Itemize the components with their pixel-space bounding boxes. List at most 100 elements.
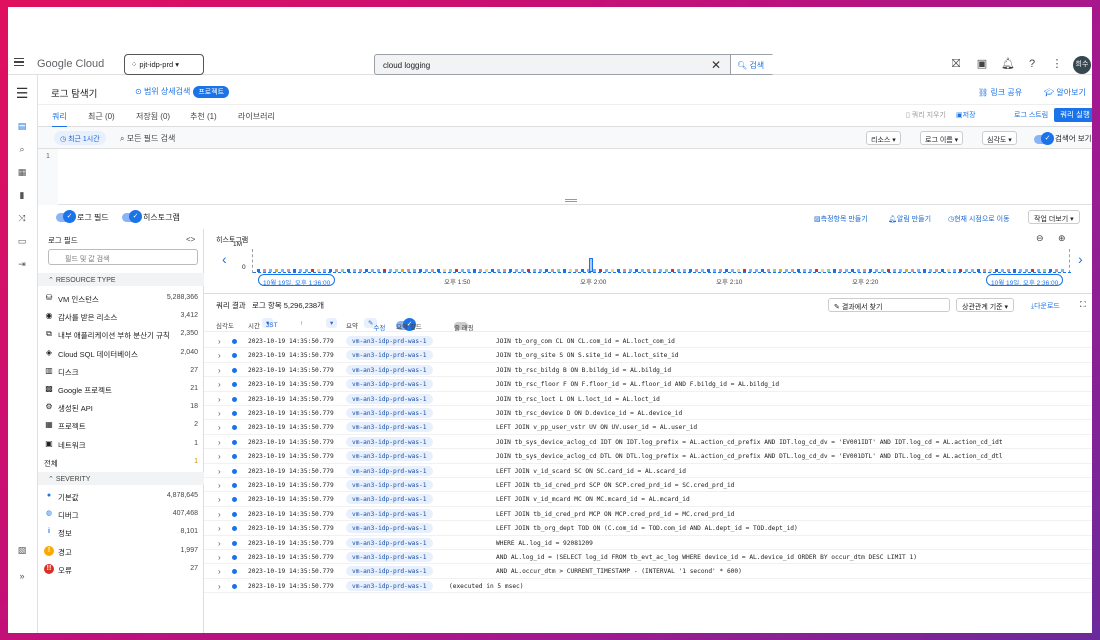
expand-icon[interactable]: ›: [218, 567, 221, 576]
share-link-button[interactable]: ⛓ 링크 공유: [978, 87, 1022, 98]
expand-icon[interactable]: ›: [218, 366, 221, 375]
log-resource-chip[interactable]: vm-an3-idp-prd-was-1: [346, 552, 433, 562]
field-search-input[interactable]: ⌕ 모든 필드 검색: [120, 133, 175, 144]
end-time-pill[interactable]: 10월 19일, 오후 2:36:00: [986, 274, 1064, 287]
resource-row[interactable]: ⛁ VM 인스턴스 5,288,366: [38, 289, 204, 307]
logname-dropdown[interactable]: 로그 이름 ▾: [920, 131, 964, 145]
log-row[interactable]: › 2023-10-19 14:35:50.779 vm-an3-idp-prd-w…: [204, 420, 1092, 435]
log-resource-chip[interactable]: vm-an3-idp-prd-was-1: [346, 451, 433, 462]
zoom-in-icon[interactable]: ⊕: [1058, 233, 1066, 244]
resource-dropdown[interactable]: 리소스 ▾: [866, 131, 901, 145]
severity-row[interactable]: i 정보 8,101: [38, 523, 204, 541]
severity-dropdown[interactable]: 심각도 ▾: [982, 131, 1017, 145]
sink-nav-icon[interactable]: ⇥: [13, 259, 31, 273]
log-row[interactable]: › 2023-10-19 14:35:50.779 vm-an3-idp-prd-w…: [204, 579, 1092, 594]
expand-icon[interactable]: ›: [218, 423, 221, 432]
fullscreen-icon[interactable]: ⛶: [1080, 300, 1086, 310]
create-metric-button[interactable]: ▨측정항목 만들기: [814, 214, 868, 224]
expand-icon[interactable]: ›: [218, 539, 221, 548]
expand-icon[interactable]: ›: [218, 481, 221, 490]
log-row[interactable]: › 2023-10-19 14:35:50.779 vm-an3-idp-prd-w…: [204, 348, 1092, 363]
log-resource-chip[interactable]: vm-an3-idp-prd-was-1: [346, 422, 433, 433]
logging-product-icon[interactable]: ☰: [13, 85, 31, 101]
log-row[interactable]: › 2023-10-19 14:35:50.779 vm-an3-idp-prd-w…: [204, 536, 1092, 550]
tab-library[interactable]: 라이브러리: [238, 111, 275, 122]
help-icon[interactable]: ?: [1026, 58, 1038, 70]
router-nav-icon[interactable]: ⤨: [13, 213, 31, 227]
tab-query[interactable]: 쿼리: [52, 111, 67, 128]
log-resource-chip[interactable]: vm-an3-idp-prd-was-1: [346, 408, 433, 418]
start-time-pill[interactable]: 10월 19일, 오후 1:36:00: [258, 274, 336, 287]
expand-icon[interactable]: ›: [218, 380, 221, 389]
create-alert-button[interactable]: 🔔︎알림 만들기: [888, 214, 931, 224]
log-resource-chip[interactable]: vm-an3-idp-prd-was-1: [346, 523, 433, 534]
log-row[interactable]: › 2023-10-19 14:35:50.779 vm-an3-idp-prd-w…: [204, 507, 1092, 522]
severity-row[interactable]: ● 기본값 4,878,645: [38, 487, 204, 505]
menu-icon[interactable]: [14, 58, 24, 66]
prev-icon[interactable]: ‹: [222, 251, 227, 267]
metrics-nav-icon[interactable]: ▮: [13, 190, 31, 204]
timezone-dropdown[interactable]: JST ▾: [262, 318, 278, 329]
time-range-chip[interactable]: ◷ 최근 1시간: [54, 131, 106, 145]
clear-query-button[interactable]: ▯ 쿼리 지우기: [906, 110, 946, 120]
expand-icon[interactable]: ›: [218, 582, 221, 591]
log-resource-chip[interactable]: vm-an3-idp-prd-was-1: [346, 494, 433, 505]
severity-row[interactable]: ! 경고 1,997: [38, 542, 204, 560]
expand-icon[interactable]: ›: [218, 452, 221, 461]
expand-nav-icon[interactable]: »: [13, 571, 31, 585]
learn-button[interactable]: 🎓︎ 알아보기: [1044, 87, 1086, 98]
storage-nav-icon[interactable]: ▭: [13, 236, 31, 250]
histogram-plot[interactable]: [252, 249, 1071, 273]
terminal-icon[interactable]: ▣: [976, 58, 988, 70]
log-resource-chip[interactable]: vm-an3-idp-prd-was-1: [346, 436, 433, 447]
resource-row[interactable]: ◉ 감사를 받은 리소스 3,412: [38, 307, 204, 325]
search-bar[interactable]: cloud logging ✕ 🔍︎ 검색: [374, 54, 774, 75]
field-search-input[interactable]: 필드 및 값 검색: [48, 249, 198, 265]
scope-link[interactable]: ⊙ 범위 상세검색 프로젝트: [135, 86, 230, 98]
edit-summary-button[interactable]: ✎ 수정: [364, 318, 385, 332]
sort-arrow-icon[interactable]: ↑: [300, 320, 303, 327]
expand-icon[interactable]: ›: [218, 337, 221, 346]
sort-dropdown[interactable]: 상관관계 기준 ▾: [956, 298, 1015, 312]
log-resource-chip[interactable]: vm-an3-idp-prd-was-1: [346, 350, 433, 361]
log-resource-chip[interactable]: vm-an3-idp-prd-was-1: [346, 465, 433, 476]
jump-now-button[interactable]: ◷현재 시점으로 이동: [948, 214, 1010, 224]
more-actions-button[interactable]: 작업 더보기 ▾: [1028, 210, 1080, 224]
stream-logs-button[interactable]: 로그 스트림: [1014, 110, 1048, 120]
log-resource-chip[interactable]: vm-an3-idp-prd-was-1: [346, 393, 433, 404]
gift-icon[interactable]: ⛝: [950, 58, 962, 70]
log-row[interactable]: › 2023-10-19 14:35:50.779 vm-an3-idp-prd-w…: [204, 334, 1092, 349]
expand-icon[interactable]: ›: [218, 467, 221, 476]
resource-row[interactable]: ▦ 프로젝트 2: [38, 416, 204, 434]
histogram-toggle[interactable]: 히스토그램: [122, 210, 180, 224]
log-resource-chip[interactable]: vm-an3-idp-prd-was-1: [346, 580, 433, 591]
severity-row[interactable]: !! 오류 27: [38, 560, 204, 578]
zoom-out-icon[interactable]: ⊖: [1036, 233, 1044, 244]
log-analytics-nav-icon[interactable]: ⌕: [13, 144, 31, 158]
release-notes-icon[interactable]: ▧: [13, 545, 31, 559]
log-row[interactable]: › 2023-10-19 14:35:50.779 vm-an3-idp-prd-w…: [204, 521, 1092, 536]
resource-row[interactable]: ⚙ 생성된 API 18: [38, 398, 204, 416]
log-row[interactable]: › 2023-10-19 14:35:50.779 vm-an3-idp-prd-w…: [204, 435, 1092, 450]
next-icon[interactable]: ›: [1078, 251, 1083, 267]
code-icon[interactable]: <>: [186, 235, 195, 244]
severity-row[interactable]: ◍ 디버그 407,468: [38, 505, 204, 523]
log-resource-chip[interactable]: vm-an3-idp-prd-was-1: [346, 537, 433, 548]
log-resource-chip[interactable]: vm-an3-idp-prd-was-1: [346, 336, 433, 346]
log-resource-chip[interactable]: vm-an3-idp-prd-was-1: [346, 364, 433, 375]
tab-suggested[interactable]: 추천 (1): [190, 111, 217, 122]
resource-row[interactable]: ▥ 디스크 27: [38, 362, 204, 380]
expand-icon[interactable]: ›: [218, 409, 221, 418]
query-editor[interactable]: 1: [38, 149, 1092, 205]
expand-icon[interactable]: ›: [218, 351, 221, 360]
download-button[interactable]: ⤓다운로드: [1026, 298, 1065, 312]
expand-icon[interactable]: ›: [218, 495, 221, 504]
resource-row[interactable]: ◈ Cloud SQL 데이터베이스 2,040: [38, 344, 204, 362]
log-row[interactable]: › 2023-10-19 14:35:50.779 vm-an3-idp-prd-w…: [204, 363, 1092, 378]
google-cloud-logo[interactable]: Google Cloud: [37, 58, 104, 70]
show-query-toggle[interactable]: 검색어 보기: [1034, 131, 1092, 145]
expand-icon[interactable]: ›: [218, 524, 221, 533]
expand-icon[interactable]: ›: [218, 510, 221, 519]
log-row[interactable]: › 2023-10-19 14:35:50.779 vm-an3-idp-prd-w…: [204, 392, 1092, 406]
avatar[interactable]: 희수: [1073, 56, 1091, 74]
